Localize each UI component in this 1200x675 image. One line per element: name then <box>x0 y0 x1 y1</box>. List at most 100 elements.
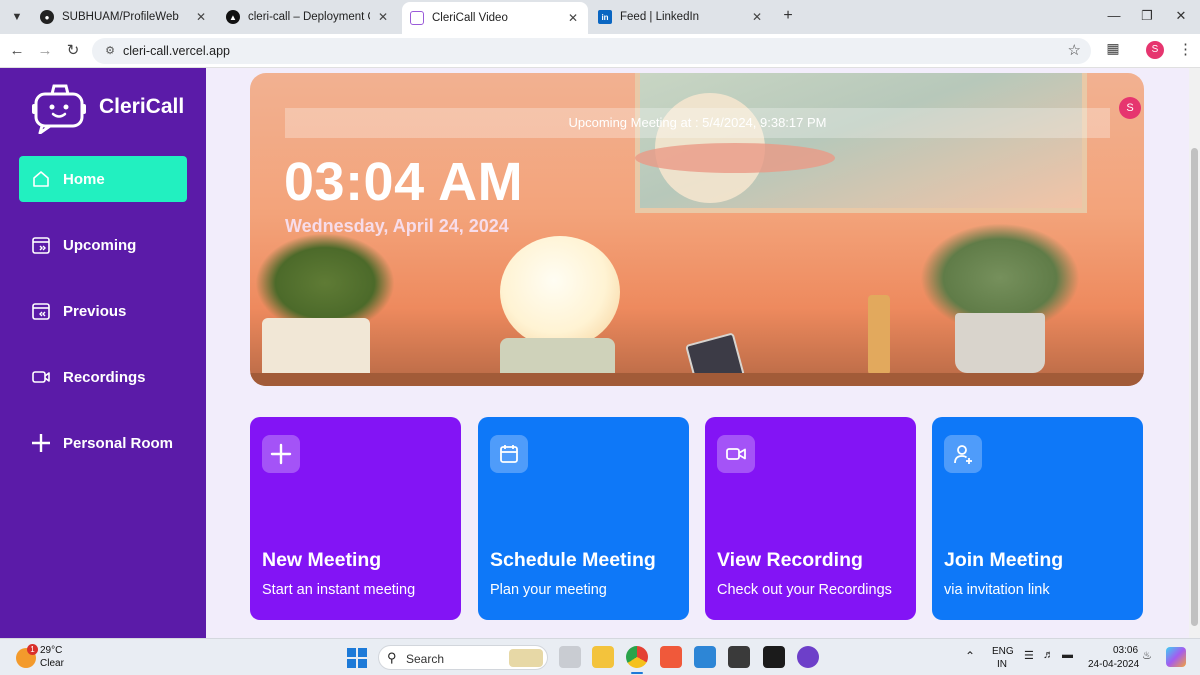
tab-clericall[interactable]: CleriCall Video ✕ <box>402 2 588 34</box>
sidebar-item-recordings[interactable]: Recordings <box>19 354 187 400</box>
bookmark-star-icon[interactable]: ☆ <box>1068 41 1081 59</box>
sidebar-item-previous[interactable]: Previous <box>19 288 187 334</box>
linkedin-icon: in <box>598 10 612 24</box>
sublime-icon[interactable] <box>728 646 750 668</box>
chrome-icon[interactable] <box>626 646 648 668</box>
tab-search-dropdown[interactable]: ▼ <box>6 6 28 28</box>
schedule-meeting-card[interactable]: Schedule Meeting Plan your meeting <box>478 417 689 620</box>
github-icon: ● <box>40 10 54 24</box>
taskbar-search[interactable]: ⚲ Search <box>378 645 548 670</box>
video-icon <box>31 367 51 387</box>
view-recording-card[interactable]: View Recording Check out your Recordings <box>705 417 916 620</box>
page-scrollbar[interactable] <box>1189 68 1200 638</box>
chevron-up-icon[interactable]: ⌃ <box>965 649 975 663</box>
current-time: 03:04 AM <box>284 152 524 212</box>
file-explorer-icon[interactable] <box>592 646 614 668</box>
card-title: New Meeting <box>262 549 382 571</box>
weather-temperature[interactable]: 29°C <box>40 645 62 656</box>
upcoming-meeting-banner: Upcoming Meeting at : 5/4/2024, 9:38:17 … <box>285 108 1110 138</box>
painting-wave <box>635 143 835 173</box>
join-meeting-card[interactable]: Join Meeting via invitation link <box>932 417 1143 620</box>
new-meeting-card[interactable]: New Meeting Start an instant meeting <box>250 417 461 620</box>
menu-kebab-icon[interactable]: ⋮ <box>1178 40 1193 58</box>
profile-avatar[interactable]: S <box>1146 41 1164 59</box>
plus-icon <box>31 433 51 453</box>
close-window-button[interactable]: ✕ <box>1171 6 1191 26</box>
sidebar-item-home[interactable]: Home <box>19 156 187 202</box>
close-icon[interactable]: ✕ <box>194 10 208 24</box>
lamp-globe <box>500 236 620 348</box>
forward-button[interactable]: → <box>34 40 56 62</box>
minimize-button[interactable]: — <box>1104 6 1124 26</box>
weather-condition[interactable]: Clear <box>40 658 64 669</box>
browser-tab-bar: ▼ ● SUBHUAM/ProfileWeb ✕ ▲ cleri-call – … <box>0 0 1200 34</box>
tab-label: CleriCall Video <box>432 12 508 24</box>
tab-label: Feed | LinkedIn <box>620 11 700 23</box>
sidebar-item-personal-room[interactable]: Personal Room <box>19 420 187 466</box>
extensions-icon[interactable]: ▦ <box>1103 40 1123 60</box>
card-title: Schedule Meeting <box>490 549 656 571</box>
calendar-icon <box>490 435 528 473</box>
url-text[interactable]: cleri-call.vercel.app <box>123 44 230 58</box>
plus-icon <box>262 435 300 473</box>
language-indicator[interactable]: ENG <box>992 646 1014 657</box>
sidebar-item-label: Previous <box>63 302 127 320</box>
sidebar-item-label: Recordings <box>63 368 146 386</box>
new-tab-button[interactable]: + <box>778 6 798 26</box>
close-icon[interactable]: ✕ <box>376 10 390 24</box>
weather-notification-badge: 1 <box>27 644 38 655</box>
url-field[interactable]: ⚙ cleri-call.vercel.app ☆ <box>92 38 1091 64</box>
copilot-icon[interactable] <box>1166 647 1186 667</box>
card-title: Join Meeting <box>944 549 1064 571</box>
sidebar-item-label: Home <box>63 170 105 188</box>
intellij-icon[interactable] <box>763 646 785 668</box>
os-taskbar: 1 29°C Clear ⚲ Search ⌃ ENG IN ☰ ♬ ▬ 03:… <box>0 638 1200 675</box>
sidebar-item-upcoming[interactable]: Upcoming <box>19 222 187 268</box>
sidebar-item-label: Personal Room <box>63 434 174 452</box>
address-bar: ← → ↻ ⚙ cleri-call.vercel.app ☆ ▦ S ⋮ <box>0 34 1200 68</box>
language-region[interactable]: IN <box>997 659 1007 670</box>
hero-banner: Upcoming Meeting at : 5/4/2024, 9:38:17 … <box>250 73 1144 386</box>
current-date: Wednesday, April 24, 2024 <box>285 216 509 236</box>
github-desktop-icon[interactable] <box>797 646 819 668</box>
restore-button[interactable]: ❐ <box>1137 6 1157 26</box>
vercel-icon: ▲ <box>226 10 240 24</box>
volume-icon[interactable]: ♬ <box>1043 649 1054 661</box>
close-icon[interactable]: ✕ <box>750 10 764 24</box>
chat-bot-logo-icon <box>32 84 86 134</box>
pot-right <box>955 313 1045 373</box>
card-subtitle: via invitation link <box>944 582 1050 598</box>
scrollbar-thumb[interactable] <box>1191 148 1198 626</box>
site-info-icon[interactable]: ⚙ <box>102 43 118 59</box>
video-icon <box>717 435 755 473</box>
system-clock-time[interactable]: 03:06 <box>1113 645 1138 656</box>
system-clock-date[interactable]: 24-04-2024 <box>1088 659 1139 670</box>
back-button[interactable]: ← <box>6 40 28 62</box>
search-icon: ⚲ <box>387 650 397 665</box>
tab-linkedin[interactable]: in Feed | LinkedIn ✕ <box>590 4 772 30</box>
sidebar: CleriCall Home Upcoming Previous Recordi <box>0 68 206 638</box>
brave-icon[interactable] <box>660 646 682 668</box>
tab-vercel[interactable]: ▲ cleri-call – Deployment Overvi ✕ <box>218 4 398 30</box>
card-subtitle: Plan your meeting <box>490 582 607 598</box>
card-title: View Recording <box>717 549 863 571</box>
notification-bell-icon[interactable]: ♨ <box>1142 649 1152 662</box>
card-subtitle: Start an instant meeting <box>262 582 416 598</box>
reload-button[interactable]: ↻ <box>62 40 84 62</box>
search-highlight-art <box>509 649 543 667</box>
user-plus-icon <box>944 435 982 473</box>
card-subtitle: Check out your Recordings <box>717 582 892 598</box>
battery-icon[interactable]: ▬ <box>1062 649 1073 661</box>
vscode-icon[interactable] <box>694 646 716 668</box>
search-label: Search <box>406 652 445 666</box>
user-avatar[interactable]: S <box>1119 97 1141 119</box>
tab-label: cleri-call – Deployment Overvi <box>248 11 370 23</box>
brand-logo[interactable]: CleriCall <box>30 80 184 134</box>
app-viewport: CleriCall Home Upcoming Previous Recordi <box>0 68 1200 638</box>
active-app-indicator <box>631 672 643 674</box>
task-view-icon[interactable] <box>559 646 581 668</box>
tab-github[interactable]: ● SUBHUAM/ProfileWeb ✕ <box>32 4 216 30</box>
close-icon[interactable]: ✕ <box>566 11 580 25</box>
windows-start-button[interactable] <box>347 648 367 668</box>
wifi-icon[interactable]: ☰ <box>1024 649 1034 662</box>
